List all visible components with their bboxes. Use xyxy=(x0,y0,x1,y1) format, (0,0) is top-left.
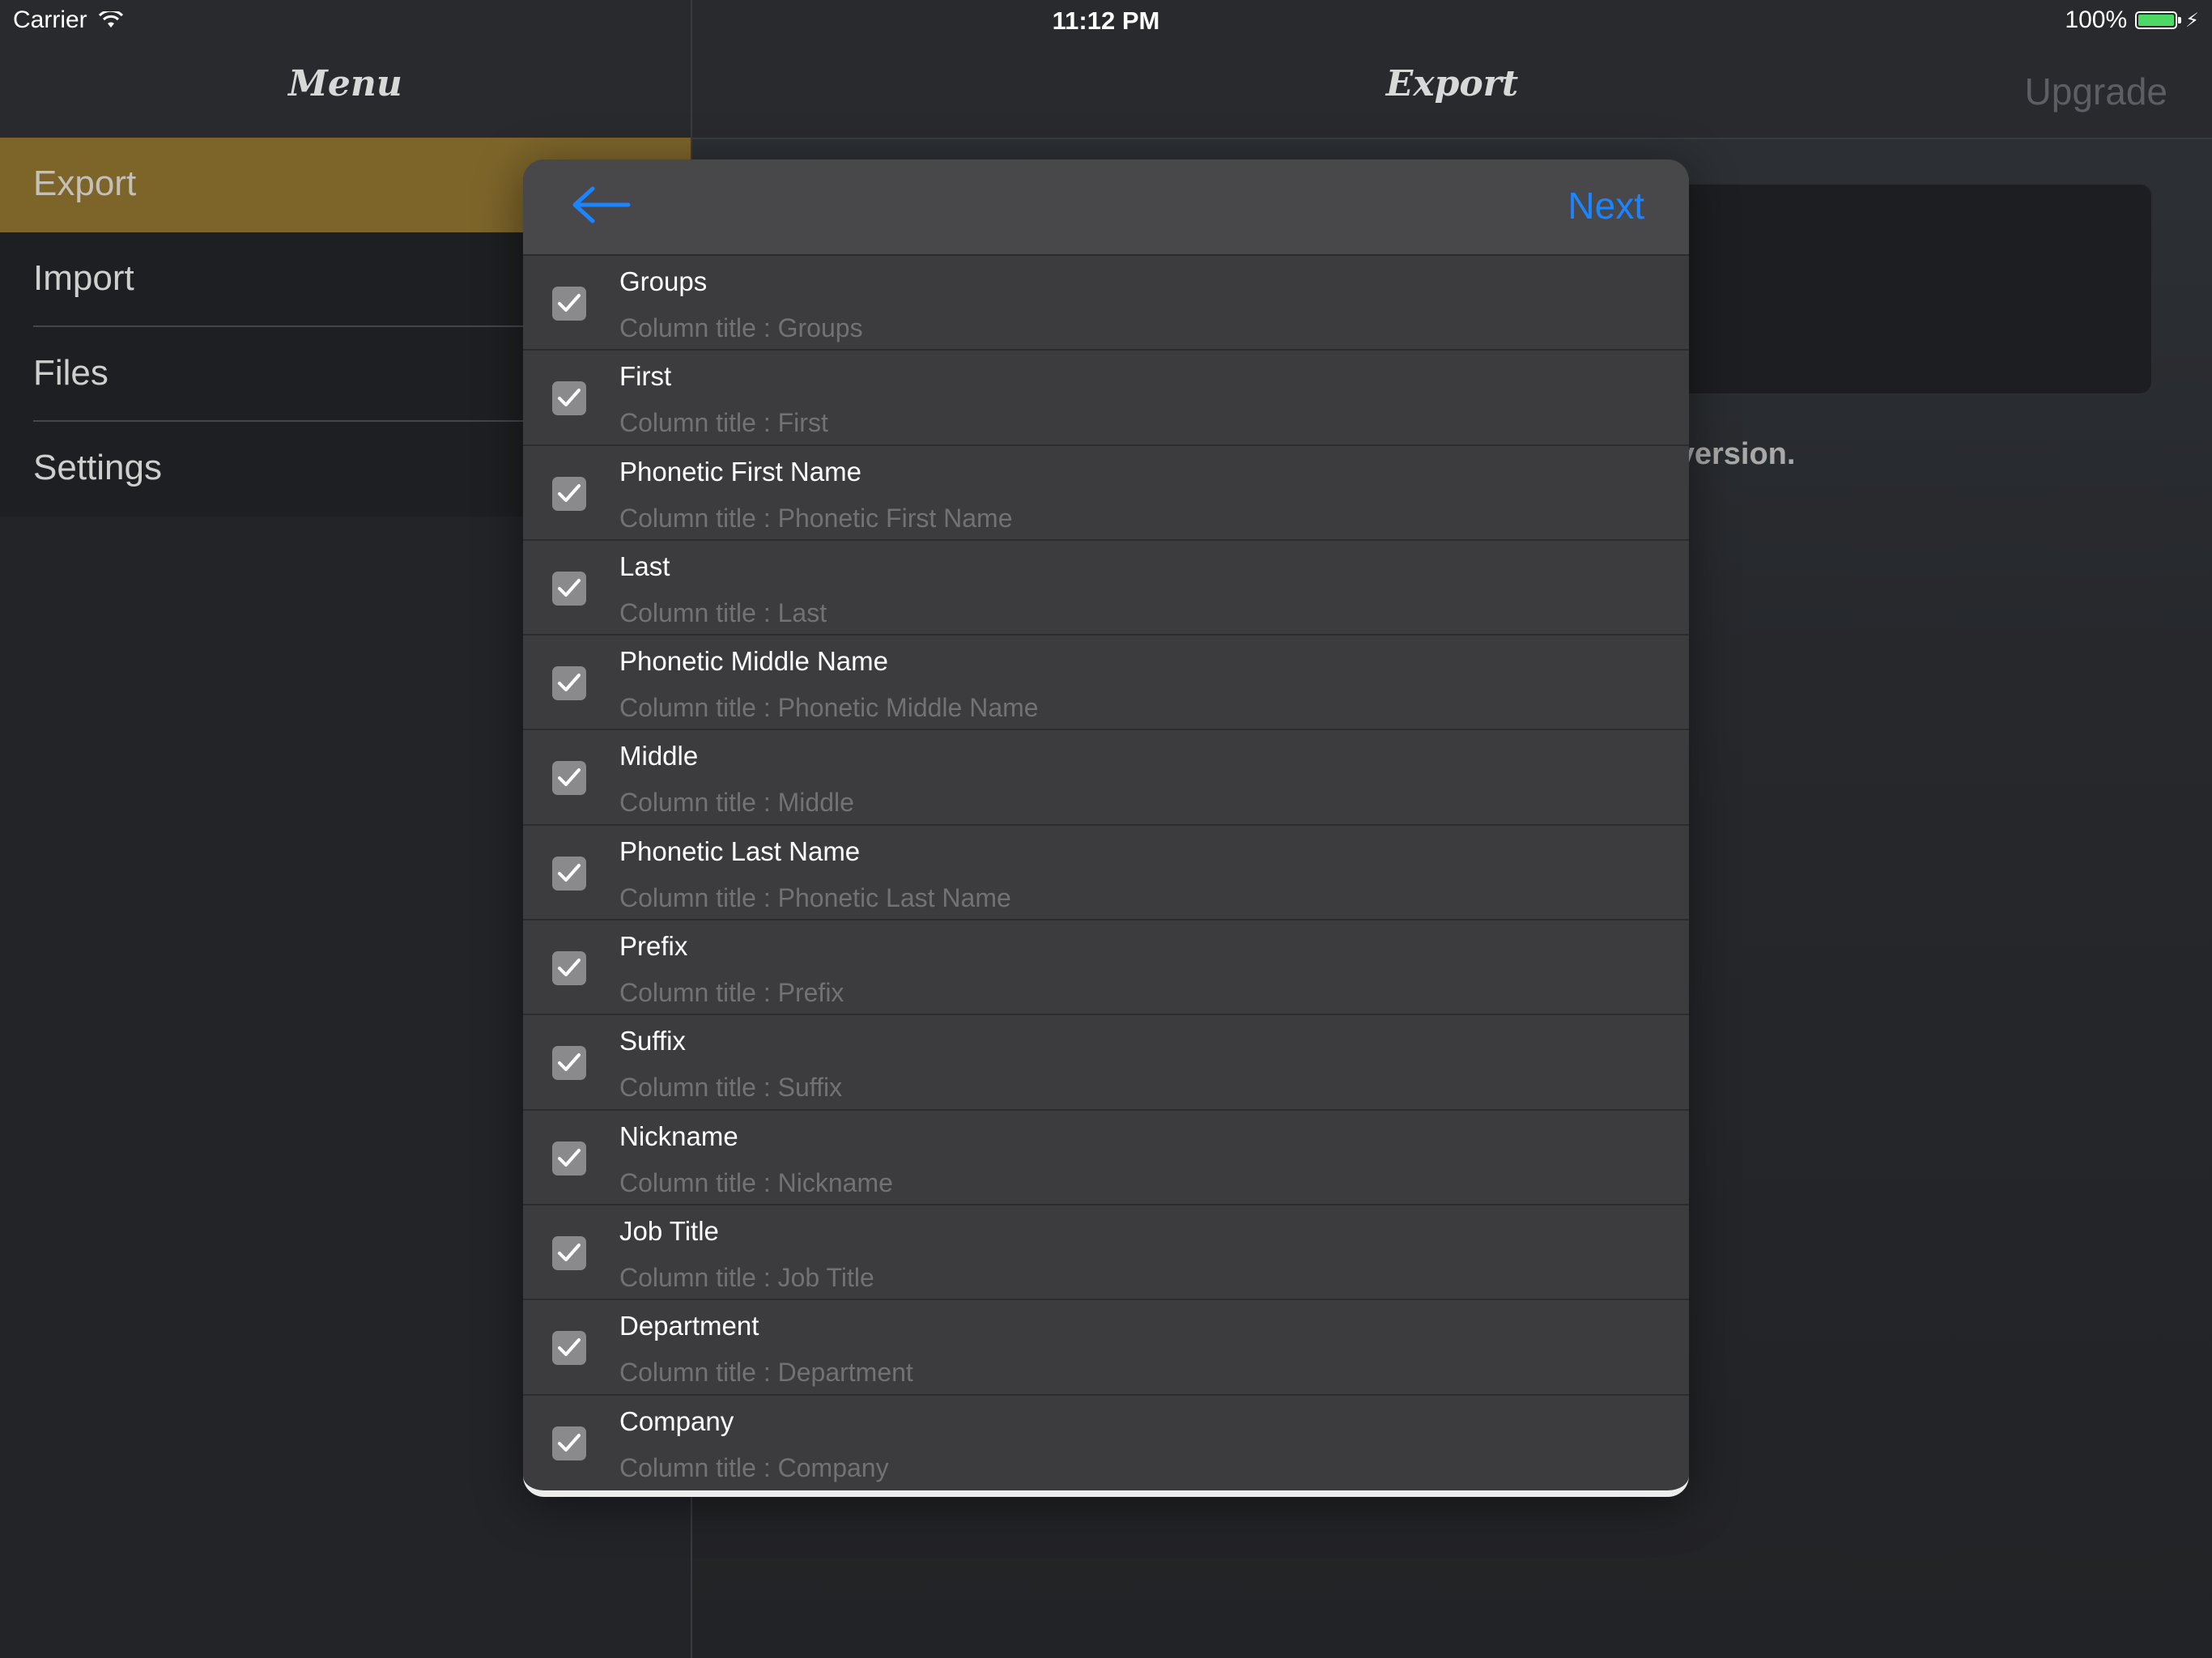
arrow-left-icon xyxy=(572,186,631,223)
field-name: Department xyxy=(619,1311,759,1341)
page-title: Export xyxy=(1385,63,1519,104)
menu-item-label: Import xyxy=(33,258,134,298)
field-name: Job Title xyxy=(619,1215,719,1246)
checkmark-icon xyxy=(558,1338,581,1357)
field-list: Groups Column title : Groups First Column t… xyxy=(523,254,1689,1489)
checkbox[interactable] xyxy=(552,476,586,511)
checkbox[interactable] xyxy=(552,1046,586,1081)
checkbox[interactable] xyxy=(552,761,586,796)
field-row[interactable]: Groups Column title : Groups xyxy=(523,254,1689,349)
checkbox[interactable] xyxy=(552,1235,586,1270)
field-name: Prefix xyxy=(619,931,688,962)
menu-item-label: Export xyxy=(33,164,137,203)
column-title-label: Column title : Phonetic Middle Name xyxy=(619,693,1039,723)
field-name: Suffix xyxy=(619,1026,686,1056)
menu-item-label: Settings xyxy=(33,448,162,487)
field-row[interactable]: Suffix Column title : Suffix xyxy=(523,1014,1689,1108)
column-title-label: Column title : Suffix xyxy=(619,1073,843,1103)
column-title-label: Column title : Groups xyxy=(619,313,863,342)
checkbox[interactable] xyxy=(552,666,586,701)
modal-header: Next xyxy=(523,159,1689,254)
field-name: First xyxy=(619,361,672,392)
column-title-label: Column title : Department xyxy=(619,1358,913,1388)
battery-percent: 100% xyxy=(2065,6,2128,33)
checkmark-icon xyxy=(558,1433,581,1452)
column-title-label: Column title : Company xyxy=(619,1452,889,1482)
field-name: Company xyxy=(619,1405,734,1436)
column-title-label: Column title : Phonetic Last Name xyxy=(619,882,1011,912)
checkmark-icon xyxy=(558,483,581,502)
checkbox[interactable] xyxy=(552,951,586,986)
field-row[interactable]: Company Column title : Company xyxy=(523,1393,1689,1489)
checkmark-icon xyxy=(558,959,581,977)
column-title-label: Column title : Nickname xyxy=(619,1167,893,1197)
field-name: Last xyxy=(619,551,670,581)
field-row[interactable]: Phonetic Last Name Column title : Phoneti… xyxy=(523,823,1689,919)
checkbox[interactable] xyxy=(552,571,586,606)
menu-item-label: Files xyxy=(33,353,108,393)
checkbox[interactable] xyxy=(552,287,586,321)
checkmark-icon xyxy=(558,863,581,882)
checkmark-icon xyxy=(558,768,581,787)
checkmark-icon xyxy=(558,674,581,692)
field-row[interactable]: Last Column title : Last xyxy=(523,538,1689,634)
export-fields-modal: Next Groups Column title : Groups First Col… xyxy=(523,159,1689,1497)
field-row[interactable]: Phonetic First Name Column title : Phonet… xyxy=(523,444,1689,539)
field-name: Phonetic Last Name xyxy=(619,835,861,866)
battery-icon xyxy=(2135,11,2182,29)
field-row[interactable]: Job Title Column title : Job Title xyxy=(523,1203,1689,1299)
export-card xyxy=(1648,183,2153,395)
field-name: Middle xyxy=(619,741,699,772)
upgrade-button[interactable]: Upgrade xyxy=(2025,70,2167,113)
column-title-label: Column title : Prefix xyxy=(619,978,844,1008)
column-title-label: Column title : Phonetic First Name xyxy=(619,503,1013,533)
checkbox[interactable] xyxy=(552,1141,586,1175)
field-row[interactable]: First Column title : First xyxy=(523,349,1689,444)
battery-indicator: 100% ⚡ xyxy=(2065,6,2199,34)
column-title-label: Column title : Last xyxy=(619,597,827,627)
checkbox[interactable] xyxy=(552,1331,586,1366)
checkmark-icon xyxy=(558,294,581,312)
field-name: Groups xyxy=(619,266,708,296)
next-button[interactable]: Next xyxy=(1568,184,1644,227)
checkmark-icon xyxy=(558,1148,581,1167)
field-row[interactable]: Department Column title : Department xyxy=(523,1299,1689,1393)
checkmark-icon xyxy=(558,1243,581,1261)
field-name: Phonetic Middle Name xyxy=(619,646,888,677)
clock: 11:12 PM xyxy=(1052,6,1160,35)
checkmark-icon xyxy=(558,578,581,597)
menu-title: Menu xyxy=(288,63,402,104)
checkmark-icon xyxy=(558,1053,581,1072)
checkbox[interactable] xyxy=(552,381,586,416)
checkbox[interactable] xyxy=(552,856,586,891)
field-name: Phonetic First Name xyxy=(619,456,861,487)
charging-bolt-icon: ⚡ xyxy=(2185,9,2199,32)
checkbox[interactable] xyxy=(552,1426,586,1460)
column-title-label: Column title : Job Title xyxy=(619,1262,874,1292)
column-title-label: Column title : First xyxy=(619,408,828,438)
field-row[interactable]: Nickname Column title : Nickname xyxy=(523,1108,1689,1204)
field-row[interactable]: Phonetic Middle Name Column title : Phone… xyxy=(523,634,1689,729)
field-row[interactable]: Prefix Column title : Prefix xyxy=(523,919,1689,1014)
column-title-label: Column title : Middle xyxy=(619,788,854,818)
field-name: Nickname xyxy=(619,1120,738,1151)
back-button[interactable] xyxy=(568,181,633,229)
field-row[interactable]: Middle Column title : Middle xyxy=(523,729,1689,823)
status-bar: Carrier 11:12 PM 100% ⚡ xyxy=(0,0,2212,42)
checkmark-icon xyxy=(558,389,581,407)
